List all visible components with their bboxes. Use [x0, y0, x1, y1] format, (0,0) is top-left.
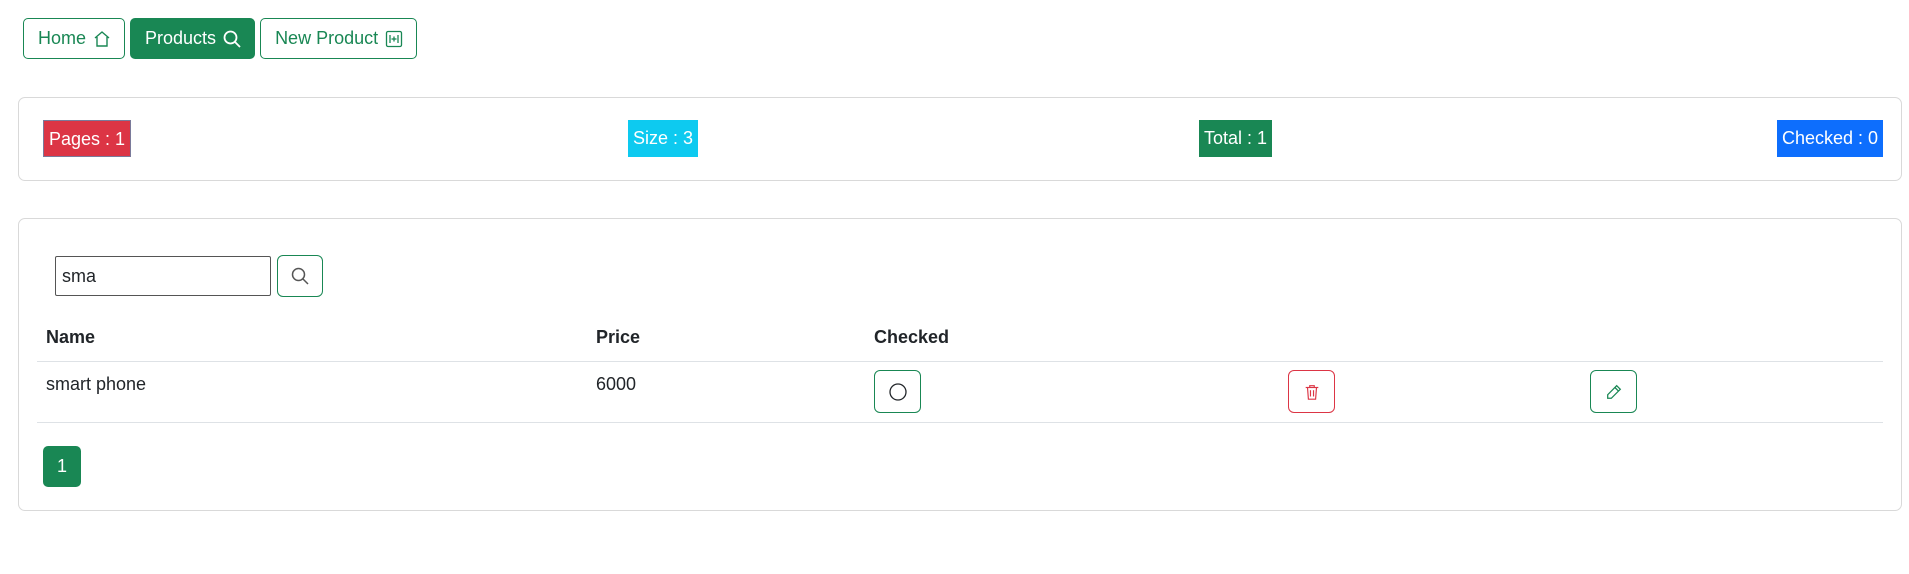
search-icon: [291, 267, 309, 285]
header-checked: Checked: [874, 327, 950, 347]
add-box-icon: [385, 30, 403, 47]
check-button[interactable]: [874, 370, 921, 413]
search-icon: [223, 30, 241, 48]
search-input[interactable]: [55, 256, 271, 296]
top-nav: Home Products New Product: [23, 18, 418, 59]
edit-button[interactable]: [1590, 370, 1637, 413]
header-name: Name: [46, 327, 96, 347]
delete-button[interactable]: [1288, 370, 1335, 413]
header-price: Price: [596, 327, 641, 347]
page-1-button[interactable]: 1: [43, 446, 81, 487]
product-price: 6000: [596, 374, 637, 394]
pages-badge: Pages : 1: [43, 120, 132, 157]
house-icon: [94, 30, 110, 47]
products-button[interactable]: Products: [130, 18, 256, 59]
row-divider: [37, 422, 1883, 423]
product-name: smart phone: [46, 374, 147, 394]
search-button[interactable]: [277, 255, 323, 297]
trash-icon: [1305, 384, 1318, 400]
products-card: Name Price Checked smart phone 6000 1: [18, 218, 1902, 511]
new-product-button[interactable]: New Product: [260, 18, 418, 59]
new-product-button-label: New Product: [275, 28, 379, 48]
checked-badge: Checked : 0: [1777, 120, 1884, 157]
products-button-label: Products: [145, 28, 217, 48]
header-divider: [37, 361, 1883, 362]
pencil-icon: [1606, 384, 1621, 399]
home-button[interactable]: Home: [23, 18, 126, 59]
stats-card: Pages : 1 Size : 3 Total : 1 Checked : 0: [18, 97, 1902, 181]
size-badge: Size : 3: [628, 120, 699, 157]
total-badge: Total : 1: [1199, 120, 1273, 157]
circle-icon: [888, 382, 907, 401]
home-button-label: Home: [38, 28, 87, 48]
